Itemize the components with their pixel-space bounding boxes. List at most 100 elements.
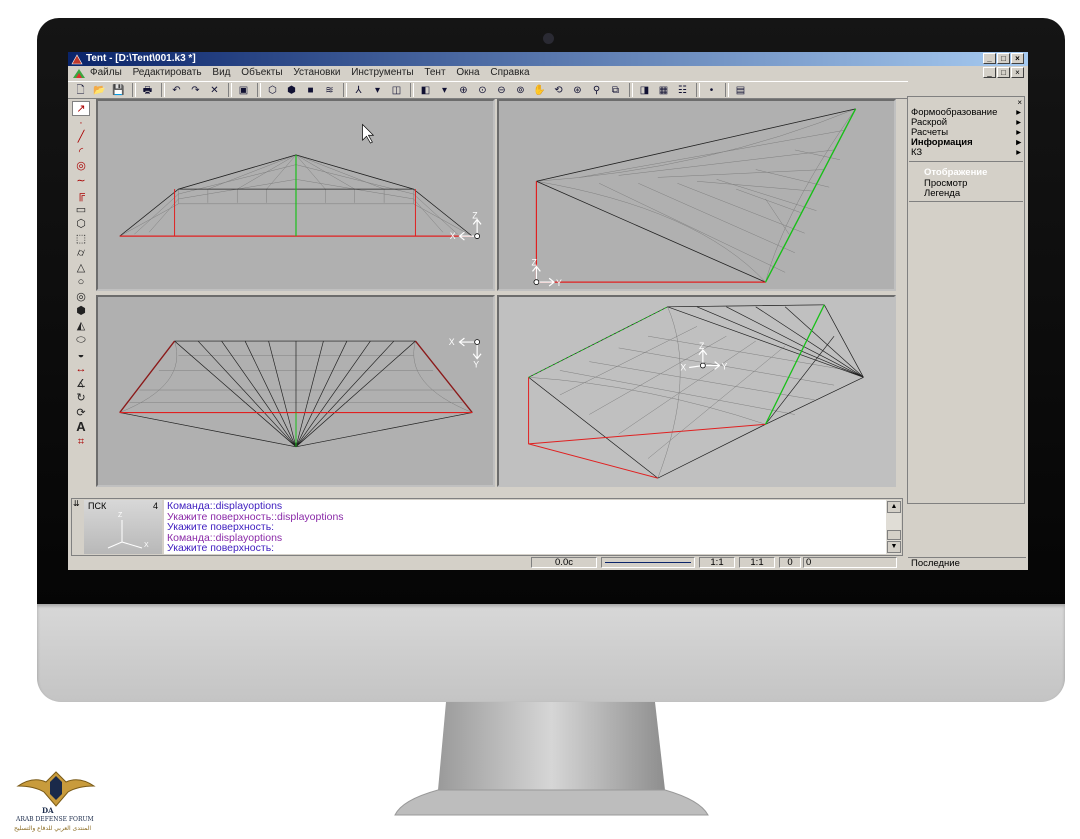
menu-item-settings[interactable]: Установки [289, 66, 344, 80]
scroll-up-icon[interactable]: ▲ [887, 501, 901, 513]
line-tool-icon[interactable]: ╱ [72, 130, 90, 145]
redo-icon[interactable]: ↷ [187, 83, 204, 98]
axis-label-y: Y [473, 360, 479, 370]
dropdown-arrow-icon[interactable]: ▾ [369, 83, 386, 98]
axis-origin-icon [474, 339, 480, 345]
menu-item-tent[interactable]: Тент [420, 66, 449, 80]
command-log[interactable]: Команда::displayoptions Укажите поверхно… [164, 500, 886, 554]
drawing-toolbar: ↗ · ╱ ◜ ◎ ∼ ╔ ▭ ⬡ ⬚ ⌭ △ ○ ◎ ⬢ ◭ ⬭ ◒ ↔ ∡ … [70, 101, 92, 496]
viewport-side[interactable]: Z Y [497, 99, 896, 291]
rectangle-tool-icon[interactable]: ▭ [72, 203, 90, 218]
minimize-button[interactable]: _ [983, 53, 996, 64]
maximize-button[interactable]: □ [997, 53, 1010, 64]
panel-close-icon[interactable]: × [1017, 98, 1022, 107]
point-tool-icon[interactable]: · [72, 116, 90, 131]
menu-kz[interactable]: КЗ ▸ [911, 147, 1021, 158]
surface-icon[interactable]: ≋ [321, 83, 338, 98]
axis-label-z: Z [472, 211, 478, 221]
logo-arabic: المنتدى العربي للدفاع والتسليح [14, 825, 91, 832]
pyramid-tool-icon[interactable]: ◭ [72, 319, 90, 334]
cube-shaded-icon[interactable]: ■ [302, 83, 319, 98]
viewport-top[interactable]: X Y [96, 295, 495, 487]
zoom-extents-icon[interactable]: ⧉ [607, 83, 624, 98]
log-scrollbar[interactable]: ▲ ▼ [886, 500, 901, 554]
doc-restore-button[interactable]: □ [997, 67, 1010, 78]
point-icon[interactable]: • [703, 83, 720, 98]
ellipse-tool-icon[interactable]: ⬭ [72, 333, 90, 348]
viewport-front[interactable]: Z X [96, 99, 495, 291]
polygon-tool-icon[interactable]: ⬡ [72, 217, 90, 232]
solid-tool-icon[interactable]: ⬢ [72, 304, 90, 319]
cube-wire-icon[interactable]: ⬡ [264, 83, 281, 98]
delete-icon[interactable]: ✕ [206, 83, 223, 98]
scroll-thumb[interactable] [887, 530, 901, 540]
menu-item-edit[interactable]: Редактировать [129, 66, 206, 80]
arc-tool-icon[interactable]: ◜ [72, 145, 90, 160]
doc-close-button[interactable]: × [1011, 67, 1024, 78]
text-tool-icon[interactable]: A [72, 420, 90, 435]
rotate-tool-icon[interactable]: ↻ [72, 391, 90, 406]
menu-item-tools[interactable]: Инструменты [347, 66, 417, 80]
monitor-icon[interactable]: ▣ [235, 83, 252, 98]
submenu-legend[interactable]: Легенда [924, 188, 1028, 199]
front-view-canvas: Z X [119, 123, 482, 241]
status-scale-1: 1:1 [699, 557, 735, 568]
cone-tool-icon[interactable]: △ [72, 261, 90, 276]
divider [909, 161, 1023, 162]
side-view-canvas: Z Y [532, 108, 857, 288]
dish-tool-icon[interactable]: ◒ [72, 348, 90, 363]
menu-item-objects[interactable]: Объекты [237, 66, 286, 80]
zoom-all-icon[interactable]: ⊙ [474, 83, 491, 98]
menu-item-view[interactable]: Вид [208, 66, 234, 80]
spline-tool-icon[interactable]: ∼ [72, 174, 90, 189]
cube-hidden-icon[interactable]: ⬢ [283, 83, 300, 98]
settings-window-icon[interactable]: ▤ [732, 83, 749, 98]
pan-hand-icon[interactable]: ✋ [531, 83, 548, 98]
dropdown-arrow-icon[interactable]: ▾ [436, 83, 453, 98]
angle-tool-icon[interactable]: ∡ [72, 377, 90, 392]
menu-item-files[interactable]: Файлы [86, 66, 126, 80]
rotate-icon[interactable]: ⟲ [550, 83, 567, 98]
menu-item-windows[interactable]: Окна [452, 66, 483, 80]
print-icon[interactable]: 🖶 [139, 83, 156, 98]
grid-color-icon[interactable]: ▦ [655, 83, 672, 98]
hatch-tool-icon[interactable]: ⌗ [72, 435, 90, 450]
viewport-iso[interactable]: Z Y X [497, 295, 896, 487]
zoom-out-icon[interactable]: ⊖ [493, 83, 510, 98]
cylinder-tool-icon[interactable]: ⌭ [72, 246, 90, 261]
coordinate-system-panel: ПСК 4 Z X [84, 500, 162, 554]
box-tool-icon[interactable]: ⬚ [72, 232, 90, 247]
doc-minimize-button[interactable]: _ [983, 67, 996, 78]
toolbar-separator [725, 83, 729, 97]
axis-icon[interactable]: ⅄ [350, 83, 367, 98]
save-icon[interactable]: 💾 [110, 83, 127, 98]
csys-axis-z: Z [118, 512, 123, 519]
open-folder-icon[interactable]: 📂 [91, 83, 108, 98]
app-window: Tent - [D:\Tent\001.k3 *] _ □ × Файлы Ре… [68, 52, 1028, 570]
mirror-tool-icon[interactable]: ⟳ [72, 406, 90, 421]
zoom-realtime-icon[interactable]: ⚲ [588, 83, 605, 98]
torus-tool-icon[interactable]: ◎ [72, 290, 90, 305]
circle-tool-icon[interactable]: ◎ [72, 159, 90, 174]
zoom-in-icon[interactable]: ⊕ [455, 83, 472, 98]
select-arrow-icon[interactable]: ↗ [72, 101, 90, 116]
menu-item-help[interactable]: Справка [486, 66, 533, 80]
logo-name: ARAB DEFENSE FORUM [16, 816, 94, 823]
layers-stack-icon[interactable]: ◨ [636, 83, 653, 98]
orbit-icon[interactable]: ⊛ [569, 83, 586, 98]
view-box-icon[interactable]: ◫ [388, 83, 405, 98]
collapse-icon[interactable]: ⇊ [73, 499, 80, 508]
undo-icon[interactable]: ↶ [168, 83, 185, 98]
properties-icon[interactable]: ☷ [674, 83, 691, 98]
layer-icon[interactable]: ◧ [417, 83, 434, 98]
dimension-tool-icon[interactable]: ↔ [72, 362, 90, 377]
scroll-down-icon[interactable]: ▼ [887, 541, 901, 553]
submenu-display[interactable]: Отображение [924, 167, 1028, 178]
new-file-icon[interactable]: 🗋 [72, 83, 89, 98]
sphere-tool-icon[interactable]: ○ [72, 275, 90, 290]
zoom-window-icon[interactable]: ⊚ [512, 83, 529, 98]
status-recent[interactable]: Последние [908, 557, 1026, 569]
fillet-tool-icon[interactable]: ╔ [72, 188, 90, 203]
close-button[interactable]: × [1011, 53, 1024, 64]
status-value-2: 0 [803, 557, 897, 568]
